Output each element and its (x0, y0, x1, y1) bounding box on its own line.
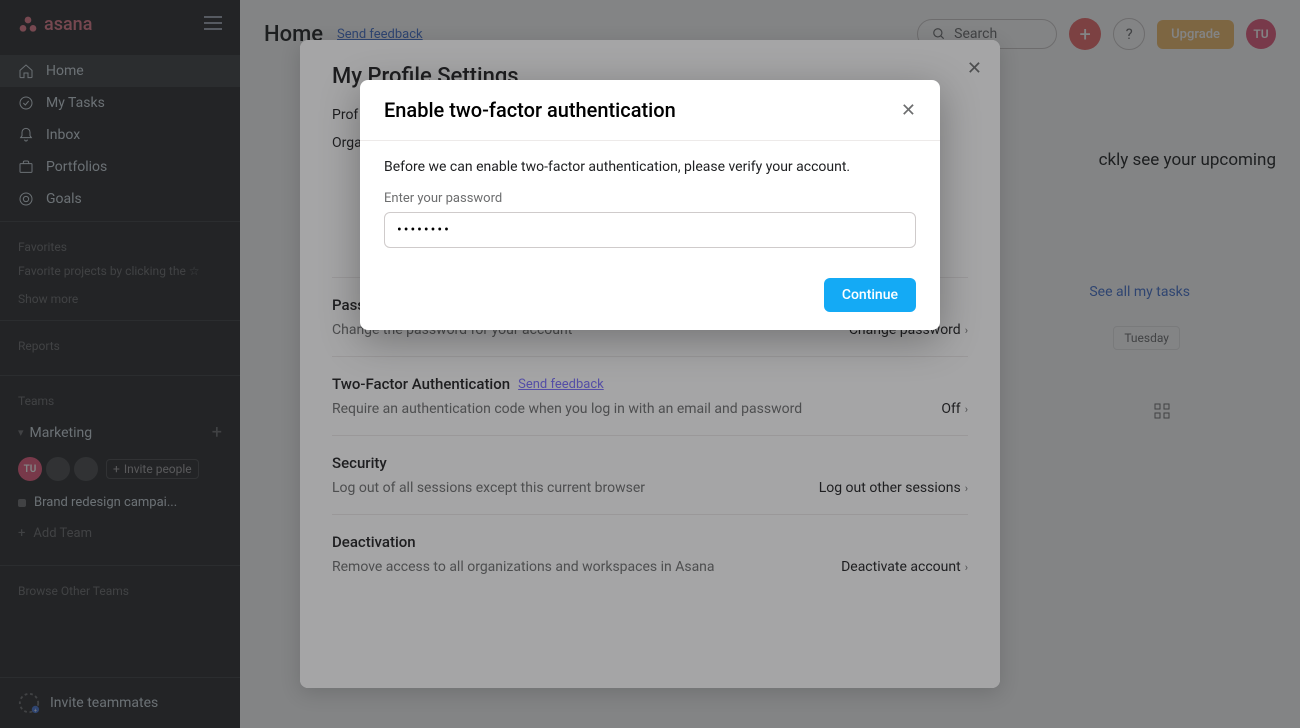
password-input[interactable] (384, 212, 916, 248)
2fa-modal-subtitle: Before we can enable two-factor authenti… (384, 159, 916, 175)
2fa-modal-title: Enable two-factor authentication (384, 98, 676, 122)
enable-2fa-modal: Enable two-factor authentication ✕ Befor… (360, 80, 940, 330)
continue-button[interactable]: Continue (824, 278, 916, 312)
close-2fa-icon[interactable]: ✕ (901, 100, 916, 121)
password-label: Enter your password (384, 191, 916, 206)
